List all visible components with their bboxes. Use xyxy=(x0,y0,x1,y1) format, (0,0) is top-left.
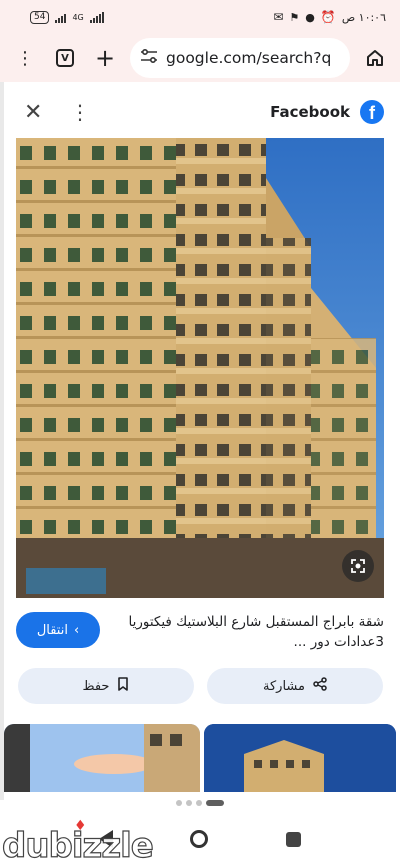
network-type: 4G xyxy=(72,12,84,22)
thumbnail-photo xyxy=(204,724,396,792)
signal-icon-2 xyxy=(89,11,104,23)
battery-level: 54 xyxy=(34,11,46,22)
facebook-notif-icon: ● xyxy=(305,10,315,24)
result-image[interactable] xyxy=(16,138,384,598)
browser-toolbar: ⋮ V + google.com/search?q xyxy=(0,34,400,82)
thumbnail-photo xyxy=(4,724,200,792)
visit-button[interactable]: انتقال ‹ xyxy=(16,612,100,648)
dot xyxy=(196,800,202,806)
related-image-thumbnail[interactable] xyxy=(4,724,200,792)
building-photo xyxy=(16,138,384,598)
kebab-menu-icon[interactable]: ⋮ xyxy=(70,100,90,124)
new-tab-plus-icon[interactable]: + xyxy=(90,43,120,73)
bookmark-icon xyxy=(117,677,129,695)
battery-icon: 54 xyxy=(30,10,50,24)
site-name[interactable]: Facebook xyxy=(270,103,350,121)
status-left: 54 4G xyxy=(30,10,104,24)
share-icon xyxy=(313,677,327,695)
back-icon[interactable] xyxy=(98,830,113,848)
dot xyxy=(186,800,192,806)
address-bar[interactable]: google.com/search?q xyxy=(130,38,350,78)
result-header: ✕ ⋮ Facebook f xyxy=(0,90,400,134)
google-lens-icon[interactable] xyxy=(342,550,374,582)
tab-switcher-button[interactable]: V xyxy=(50,43,80,73)
share-label: مشاركة xyxy=(263,678,305,694)
notification-icon: ⚑ xyxy=(289,10,300,24)
page-edge-strip xyxy=(0,82,4,800)
related-image-thumbnail[interactable] xyxy=(204,724,396,792)
recents-icon[interactable] xyxy=(286,831,302,847)
close-icon[interactable]: ✕ xyxy=(24,100,52,125)
system-nav-bar xyxy=(0,812,400,866)
dot-active xyxy=(206,800,224,806)
tab-count-icon: V xyxy=(56,49,74,67)
gmail-icon: ✉ xyxy=(273,10,284,24)
url-text[interactable]: google.com/search?q xyxy=(166,49,331,67)
dot xyxy=(176,800,182,806)
pagination-dots xyxy=(0,800,400,806)
status-right: ✉ ⚑ ● ⏰ ١٠:٠٦ ص xyxy=(273,10,386,24)
facebook-logo: f xyxy=(360,100,384,124)
home-nav-icon[interactable] xyxy=(190,830,209,848)
alarm-icon: ⏰ xyxy=(320,10,336,24)
browser-menu-icon[interactable]: ⋮ xyxy=(10,43,40,73)
result-title[interactable]: شقة بابراج المستقبل شارع البلاستيك فيكتو… xyxy=(124,612,384,652)
status-bar: 54 4G ✉ ⚑ ● ⏰ ١٠:٠٦ ص xyxy=(0,0,400,34)
share-button[interactable]: مشاركة xyxy=(207,668,383,704)
signal-icon xyxy=(55,12,67,23)
tune-icon[interactable] xyxy=(140,48,158,67)
home-icon[interactable] xyxy=(360,43,390,73)
chevron-left-icon: ‹ xyxy=(73,622,80,638)
visit-label: انتقال xyxy=(36,622,68,638)
save-button[interactable]: حفظ xyxy=(18,668,194,704)
status-time: ١٠:٠٦ ص xyxy=(341,10,386,24)
save-label: حفظ xyxy=(82,678,110,694)
